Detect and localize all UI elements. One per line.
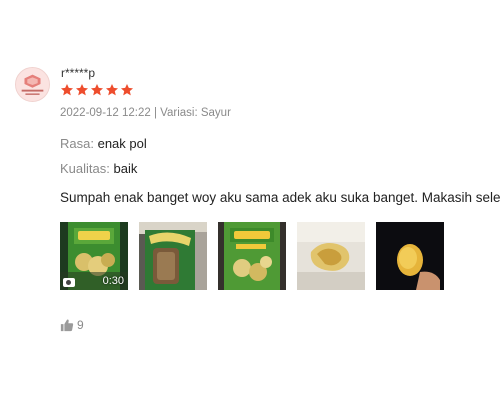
star-rating — [60, 83, 134, 97]
star-icon — [60, 84, 74, 96]
attribute-label: Kualitas: — [60, 161, 110, 176]
review-image-thumbnail[interactable] — [139, 222, 207, 290]
review-image-thumbnail[interactable] — [218, 222, 286, 290]
attribute-value: enak pol — [97, 136, 147, 151]
attribute-value: baik — [113, 161, 138, 176]
star-icon — [90, 84, 104, 96]
attribute-label: Rasa: — [60, 136, 94, 151]
review-comment: Sumpah enak banget woy aku sama adek aku… — [60, 190, 500, 205]
attribute-rasa: Rasa: enak pol — [60, 136, 147, 151]
star-icon — [75, 84, 89, 96]
reviewer-username: r*****p — [61, 66, 96, 80]
review-image-thumbnail[interactable] — [297, 222, 365, 290]
like-button[interactable]: 9 — [60, 318, 84, 332]
like-count: 9 — [77, 318, 84, 332]
thumbs-up-icon — [60, 319, 74, 332]
review-image-thumbnail[interactable] — [376, 222, 444, 290]
star-icon — [105, 84, 119, 96]
avatar[interactable] — [15, 67, 50, 102]
star-icon — [120, 84, 134, 96]
video-camera-icon — [63, 278, 75, 287]
review-media-list: 0:30 — [60, 222, 444, 290]
attribute-kualitas: Kualitas: baik — [60, 161, 137, 176]
review-video-thumbnail[interactable]: 0:30 — [60, 222, 128, 290]
video-badge — [63, 278, 75, 287]
review-date-variation: 2022-09-12 12:22 | Variasi: Sayur — [60, 107, 231, 119]
video-duration: 0:30 — [102, 275, 124, 287]
